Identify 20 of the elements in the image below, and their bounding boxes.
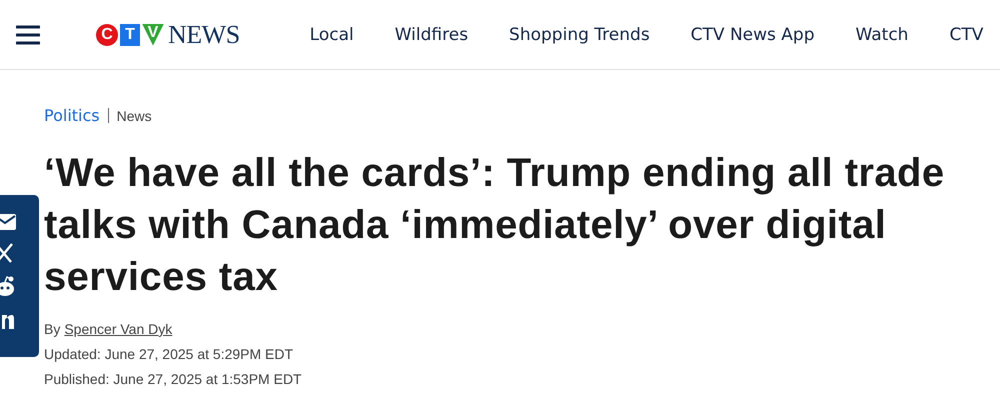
- logo-letter[interactable]: T: [120, 24, 140, 46]
- author-link[interactable]: Spencer Van Dyk: [64, 321, 172, 337]
- logo-letter[interactable]: C: [96, 24, 118, 46]
- x-logo-icon[interactable]: [0, 243, 14, 263]
- nav-link[interactable]: Watch: [856, 24, 908, 44]
- logo-wordmark[interactable]: NEWS: [168, 20, 240, 50]
- headline: ‘We have all the cards’: Trump ending all trade talks with Canada ‘immediately’ over digital services tax: [44, 150, 946, 301]
- published-date: Published: June 27, 2025 at 1:53PM EDT: [44, 371, 303, 387]
- nav-link[interactable]: Wildfires: [394, 24, 468, 44]
- email-icon[interactable]: [0, 213, 16, 231]
- menu-icon[interactable]: [16, 24, 40, 44]
- nav-link[interactable]: CTV: [949, 24, 984, 44]
- nav-link[interactable]: CTV News App: [690, 24, 815, 44]
- updated-date: Updated: June 27, 2025 at 5:29PM EDT: [44, 346, 294, 362]
- nav-link[interactable]: Shopping Trends: [509, 24, 650, 44]
- reddit-icon[interactable]: [0, 275, 16, 297]
- nav-link[interactable]: Local: [310, 24, 354, 44]
- category-label: News: [116, 108, 152, 124]
- byline-prefix: By: [44, 321, 60, 337]
- section-link[interactable]: Politics: [44, 106, 100, 125]
